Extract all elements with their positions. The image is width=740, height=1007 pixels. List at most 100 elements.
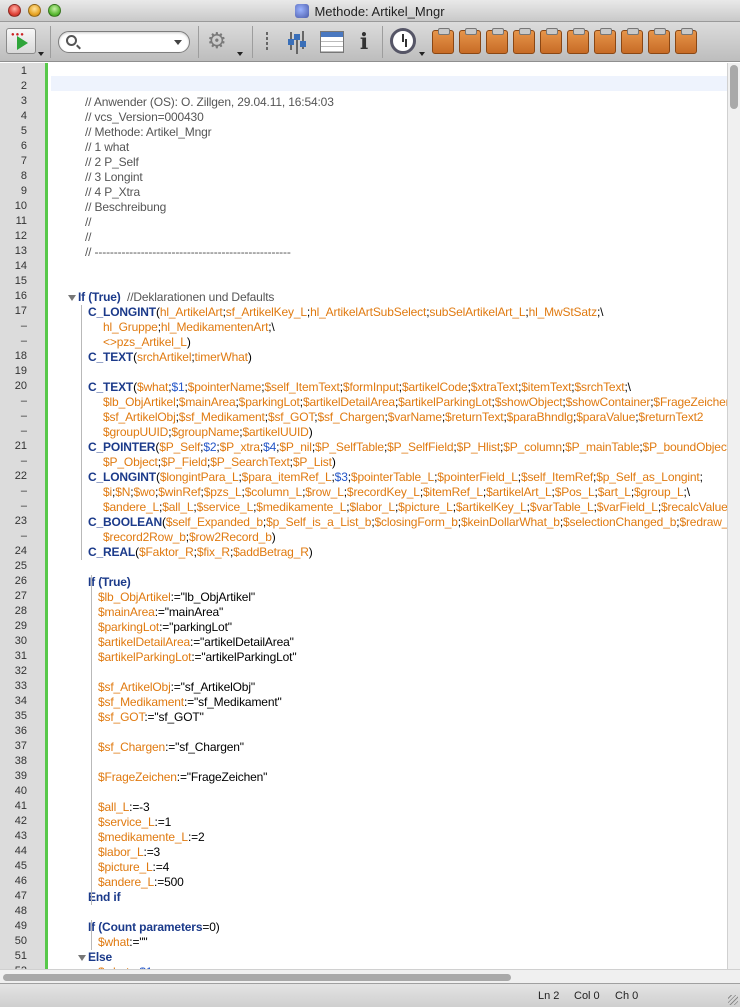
code-line[interactable]: C_LONGINT(hl_ArtikelArt;sf_ArtikelKey_L;… [88,305,604,320]
code-token: $sf_GOT [267,410,315,424]
search-menu-chevron-icon[interactable] [174,40,182,45]
code-line[interactable]: // Beschreibung [85,200,166,215]
line-number: 8 [20,170,27,182]
line-number: – [20,395,27,407]
clock-icon[interactable] [390,28,416,54]
clipboard-3-icon[interactable] [486,28,508,54]
list-view-icon[interactable] [320,31,344,53]
code-line[interactable]: $lb_ObjArtikel;$mainArea;$parkingLot;$ar… [103,395,727,410]
code-line[interactable]: Else [88,950,112,965]
clipboard-2-icon[interactable] [459,28,481,54]
columns-icon[interactable] [286,31,310,53]
code-line[interactable]: If (Count parameters=0) [88,920,220,935]
code-line[interactable]: // 2 P_Self [85,155,139,170]
code-line[interactable]: $picture_L:=4 [98,860,169,875]
clipboard-8-icon[interactable] [621,28,643,54]
code-token: $P_Field [160,455,208,469]
horizontal-scrollbar[interactable] [0,969,740,983]
code-token: If (Count parameters [88,920,203,934]
code-line[interactable]: // Anwender (OS): O. Zillgen, 29.04.11, … [85,95,334,110]
clipboard-7-icon[interactable] [594,28,616,54]
code-line[interactable]: $andere_L;$all_L;$service_L;$medikamente… [103,500,727,515]
code-token: If (True) [88,575,131,589]
vertical-scrollbar[interactable] [727,63,740,969]
clipboard-9-icon[interactable] [648,28,670,54]
code-editor[interactable]: // Anwender (OS): O. Zillgen, 29.04.11, … [51,63,727,969]
code-line[interactable]: // [85,215,92,230]
code-line[interactable]: $P_Object;$P_Field;$P_SearchText;$P_List… [103,455,336,470]
code-line[interactable]: // 4 P_Xtra [85,185,140,200]
info-icon[interactable]: i [352,31,376,53]
gear-dropdown-arrow-icon[interactable] [237,52,243,56]
clipboard-10-icon[interactable] [675,28,697,54]
clock-dropdown-arrow-icon[interactable] [419,52,425,56]
resize-grip-icon[interactable] [728,995,738,1005]
code-token: $FrageZeichen [653,395,727,409]
code-line[interactable]: $medikamente_L:=2 [98,830,205,845]
fold-toggle-icon[interactable] [78,955,86,961]
code-line[interactable]: C_POINTER($P_Self;$2;$P_xtra;$4;$P_nil;$… [88,440,727,455]
code-line[interactable]: // 1 what [85,140,129,155]
code-line[interactable]: If (True) //Deklarationen und Defaults [78,290,274,305]
code-line[interactable]: // vcs_Version=000430 [85,110,204,125]
code-token: srchArtikel [136,350,192,364]
gear-icon[interactable]: ⚙ [207,30,227,52]
code-token: $service_L [196,500,254,514]
code-line[interactable]: $parkingLot:="parkingLot" [98,620,232,635]
code-line[interactable]: End if [88,890,121,905]
code-token: $P_List [292,455,332,469]
code-line[interactable]: $sf_Medikament:="sf_Medikament" [98,695,282,710]
code-line[interactable]: C_REAL($Faktor_R;$fix_R;$addBetrag_R) [88,545,313,560]
code-line[interactable]: $service_L:=1 [98,815,171,830]
toolbar: ●●● ⚙ i [0,22,740,62]
code-line[interactable]: $all_L:=-3 [98,800,150,815]
debug-bars-icon[interactable] [262,31,276,53]
clipboard-6-icon[interactable] [567,28,589,54]
clipboard-1-icon[interactable] [432,28,454,54]
code-token: $lb_ObjArtikel [98,590,171,604]
code-token: $Pos_L [554,485,595,499]
clipboard-4-icon[interactable] [513,28,535,54]
fold-toggle-icon[interactable] [68,295,76,301]
code-token: $xtraText [470,380,519,394]
code-line[interactable]: $sf_Chargen:="sf_Chargen" [98,740,244,755]
code-line[interactable]: hl_Gruppe;hl_MedikamentenArt;\ [103,320,275,335]
clipboard-5-icon[interactable] [540,28,562,54]
code-line[interactable]: $groupUUID;$groupName;$artikelUUID) [103,425,313,440]
code-line[interactable]: // -------------------------------------… [85,245,291,260]
horizontal-scroll-thumb[interactable] [3,974,511,981]
code-line[interactable]: // 3 Longint [85,170,143,185]
code-line[interactable]: $labor_L:=3 [98,845,160,860]
code-line[interactable]: $record2Row_b;$row2Record_b) [103,530,276,545]
code-token: C_POINTER [88,440,156,454]
code-line[interactable]: $artikelDetailArea:="artikelDetailArea" [98,635,294,650]
code-line[interactable]: $what:="" [98,935,148,950]
code-line[interactable]: If (True) [88,575,131,590]
code-line[interactable]: $mainArea:="mainArea" [98,605,223,620]
code-line[interactable]: // Methode: Artikel_Mngr [85,125,212,140]
code-token: $i [103,485,113,499]
code-line[interactable]: $sf_ArtikelObj;$sf_Medikament;$sf_GOT;$s… [103,410,703,425]
vertical-scroll-thumb[interactable] [730,65,738,109]
search-field[interactable] [58,31,190,53]
code-line[interactable]: $artikelParkingLot:="artikelParkingLot" [98,650,297,665]
code-line[interactable]: $lb_ObjArtikel:="lb_ObjArtikel" [98,590,255,605]
title-bar[interactable]: Methode: Artikel_Mngr [0,0,740,22]
code-token: $groupName [171,425,240,439]
code-line[interactable]: C_BOOLEAN($self_Expanded_b;$p_Self_is_a_… [88,515,727,530]
code-line[interactable]: $sf_GOT:="sf_GOT" [98,710,204,725]
code-line[interactable]: <>pzs_Artikel_L) [103,335,191,350]
code-line[interactable]: C_TEXT($what;$1;$pointerName;$self_ItemT… [88,380,631,395]
code-line[interactable]: $sf_ArtikelObj:="sf_ArtikelObj" [98,680,255,695]
code-line[interactable]: C_TEXT(srchArtikel;timerWhat) [88,350,252,365]
code-line[interactable]: C_LONGINT($longintPara_L;$para_itemRef_L… [88,470,703,485]
code-token: $sf_ArtikelObj [98,680,171,694]
code-line[interactable]: // [85,230,92,245]
run-dropdown-arrow-icon[interactable] [38,52,44,56]
code-line[interactable]: $FrageZeichen:="FrageZeichen" [98,770,267,785]
search-input[interactable] [81,34,171,50]
run-method-button[interactable]: ●●● [6,28,36,54]
line-number-gutter[interactable]: 1 2 3 4 5 6 7 8 9 10 11 12 13 14 15 16 17– –18 19 20– – –21–2… [0,63,48,969]
code-line[interactable]: $andere_L:=500 [98,875,184,890]
code-line[interactable]: $i;$N;$wo;$winRef;$pzs_L;$column_L;$row_… [103,485,690,500]
